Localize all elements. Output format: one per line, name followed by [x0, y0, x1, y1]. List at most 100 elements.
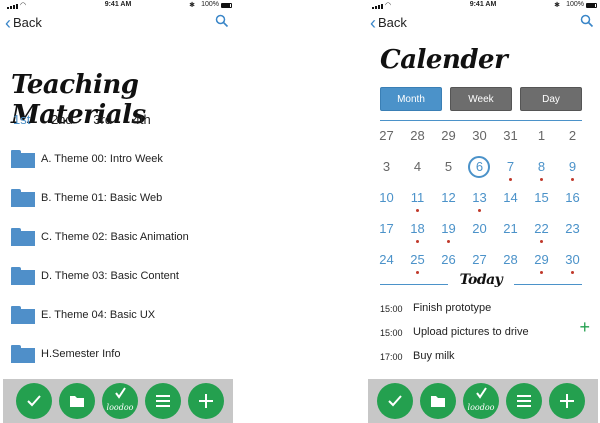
- day-number: 28: [503, 252, 518, 267]
- calendar-day[interactable]: 14: [495, 186, 526, 217]
- day-number: 24: [379, 252, 394, 267]
- tab-year-4[interactable]: 4th: [133, 112, 151, 127]
- calendar-day[interactable]: 16: [557, 186, 588, 217]
- calendar-day[interactable]: 13: [464, 186, 495, 217]
- folder-item[interactable]: B. Theme 01: Basic Web: [11, 184, 226, 223]
- calendar-day[interactable]: 5: [433, 155, 464, 186]
- day-number: 16: [565, 190, 580, 205]
- folder-item[interactable]: A. Theme 00: Intro Week: [11, 145, 226, 184]
- folder-button[interactable]: [420, 383, 456, 419]
- week-view-button[interactable]: Week: [450, 87, 512, 111]
- calendar-day[interactable]: 21: [495, 217, 526, 248]
- day-view-button[interactable]: Day: [520, 87, 582, 111]
- loodoo-logo: loodoo: [106, 403, 134, 412]
- month-view-button[interactable]: Month: [380, 87, 442, 111]
- folder-item[interactable]: D. Theme 03: Basic Content: [11, 262, 226, 301]
- day-number: 4: [413, 159, 422, 174]
- calendar-day[interactable]: 2: [557, 124, 588, 155]
- calendar-day[interactable]: 9: [557, 155, 588, 186]
- bottom-toolbar: loodoo: [3, 379, 233, 423]
- folder-label: E. Theme 04: Basic UX: [41, 309, 156, 321]
- task-item[interactable]: 15:00 Finish prototype: [380, 299, 590, 323]
- day-number: 2: [568, 128, 577, 143]
- check-button[interactable]: [377, 383, 413, 419]
- teaching-materials-screen: ◠ 9:41 AM ✱ 100% ‹ Back Teaching Material…: [3, 0, 233, 423]
- calendar-day[interactable]: 18: [402, 217, 433, 248]
- day-number: 29: [441, 128, 456, 143]
- view-switcher: Month Week Day: [380, 87, 582, 111]
- add-task-button[interactable]: +: [579, 318, 590, 336]
- folder-label: A. Theme 00: Intro Week: [41, 153, 163, 165]
- day-number: 19: [441, 221, 456, 236]
- menu-button[interactable]: [506, 383, 542, 419]
- check-button[interactable]: [16, 383, 52, 419]
- status-time: 9:41 AM: [104, 1, 132, 8]
- add-button[interactable]: [188, 383, 224, 419]
- loodoo-check-icon: [115, 387, 126, 399]
- day-number: 8: [537, 159, 546, 174]
- task-name: Finish prototype: [413, 302, 492, 314]
- calendar-day[interactable]: 3: [371, 155, 402, 186]
- event-dot: [447, 240, 450, 243]
- calendar-day[interactable]: 8: [526, 155, 557, 186]
- calendar-day[interactable]: 7: [495, 155, 526, 186]
- battery-icon: [221, 3, 232, 8]
- calendar-day[interactable]: 6: [464, 155, 495, 186]
- back-button[interactable]: ‹ Back: [370, 14, 407, 32]
- folder-item[interactable]: C. Theme 02: Basic Animation: [11, 223, 226, 262]
- task-item[interactable]: 15:00 Upload pictures to drive: [380, 323, 590, 347]
- divider: [514, 284, 582, 285]
- calendar-day[interactable]: 30: [464, 124, 495, 155]
- folder-item[interactable]: E. Theme 04: Basic UX: [11, 301, 226, 340]
- task-item[interactable]: 17:00 Buy milk: [380, 347, 590, 371]
- calendar-day[interactable]: 27: [371, 124, 402, 155]
- calendar-day[interactable]: 1: [526, 124, 557, 155]
- day-number: 14: [503, 190, 518, 205]
- folder-item[interactable]: H.Semester Info: [11, 340, 226, 379]
- calendar-screen: ◠ 9:41 AM ✱ 100% ‹ Back Calender Month We…: [368, 0, 598, 423]
- search-icon[interactable]: [215, 14, 229, 28]
- folder-button[interactable]: [59, 383, 95, 419]
- folder-icon: [11, 228, 35, 246]
- tab-year-1[interactable]: 1st: [13, 112, 30, 127]
- search-icon[interactable]: [580, 14, 594, 28]
- day-number: 15: [534, 190, 549, 205]
- day-number: 20: [472, 221, 487, 236]
- calendar-day[interactable]: 19: [433, 217, 464, 248]
- calendar-day[interactable]: 10: [371, 186, 402, 217]
- calendar-day[interactable]: 31: [495, 124, 526, 155]
- calendar-day[interactable]: 29: [433, 124, 464, 155]
- menu-button[interactable]: [145, 383, 181, 419]
- calendar-day[interactable]: 22: [526, 217, 557, 248]
- today-header: Today: [380, 272, 582, 292]
- add-button[interactable]: [549, 383, 585, 419]
- day-number: 7: [506, 159, 515, 174]
- calendar-day[interactable]: 4: [402, 155, 433, 186]
- bluetooth-icon: ✱: [554, 2, 560, 9]
- bluetooth-icon: ✱: [189, 2, 195, 9]
- tab-year-2[interactable]: 2nd: [51, 112, 73, 127]
- calendar-day[interactable]: 23: [557, 217, 588, 248]
- event-dot: [540, 178, 543, 181]
- day-number: 22: [534, 221, 549, 236]
- calendar-day[interactable]: 28: [402, 124, 433, 155]
- folder-label: C. Theme 02: Basic Animation: [41, 231, 189, 243]
- folder-icon: [70, 396, 84, 407]
- battery-percent: 100%: [566, 1, 584, 8]
- tab-year-3[interactable]: 3rd: [93, 112, 112, 127]
- calendar-day[interactable]: 17: [371, 217, 402, 248]
- back-label: Back: [13, 15, 42, 30]
- day-number: 31: [503, 128, 518, 143]
- check-icon: [388, 395, 402, 407]
- calendar-day[interactable]: 12: [433, 186, 464, 217]
- calendar-day[interactable]: 20: [464, 217, 495, 248]
- back-button[interactable]: ‹ Back: [5, 14, 42, 32]
- task-name: Upload pictures to drive: [413, 326, 529, 338]
- event-dot: [416, 209, 419, 212]
- status-bar: ◠ 9:41 AM ✱ 100%: [368, 0, 598, 12]
- day-number: 30: [472, 128, 487, 143]
- calendar-day[interactable]: 15: [526, 186, 557, 217]
- home-button[interactable]: loodoo: [102, 383, 138, 419]
- home-button[interactable]: loodoo: [463, 383, 499, 419]
- calendar-day[interactable]: 11: [402, 186, 433, 217]
